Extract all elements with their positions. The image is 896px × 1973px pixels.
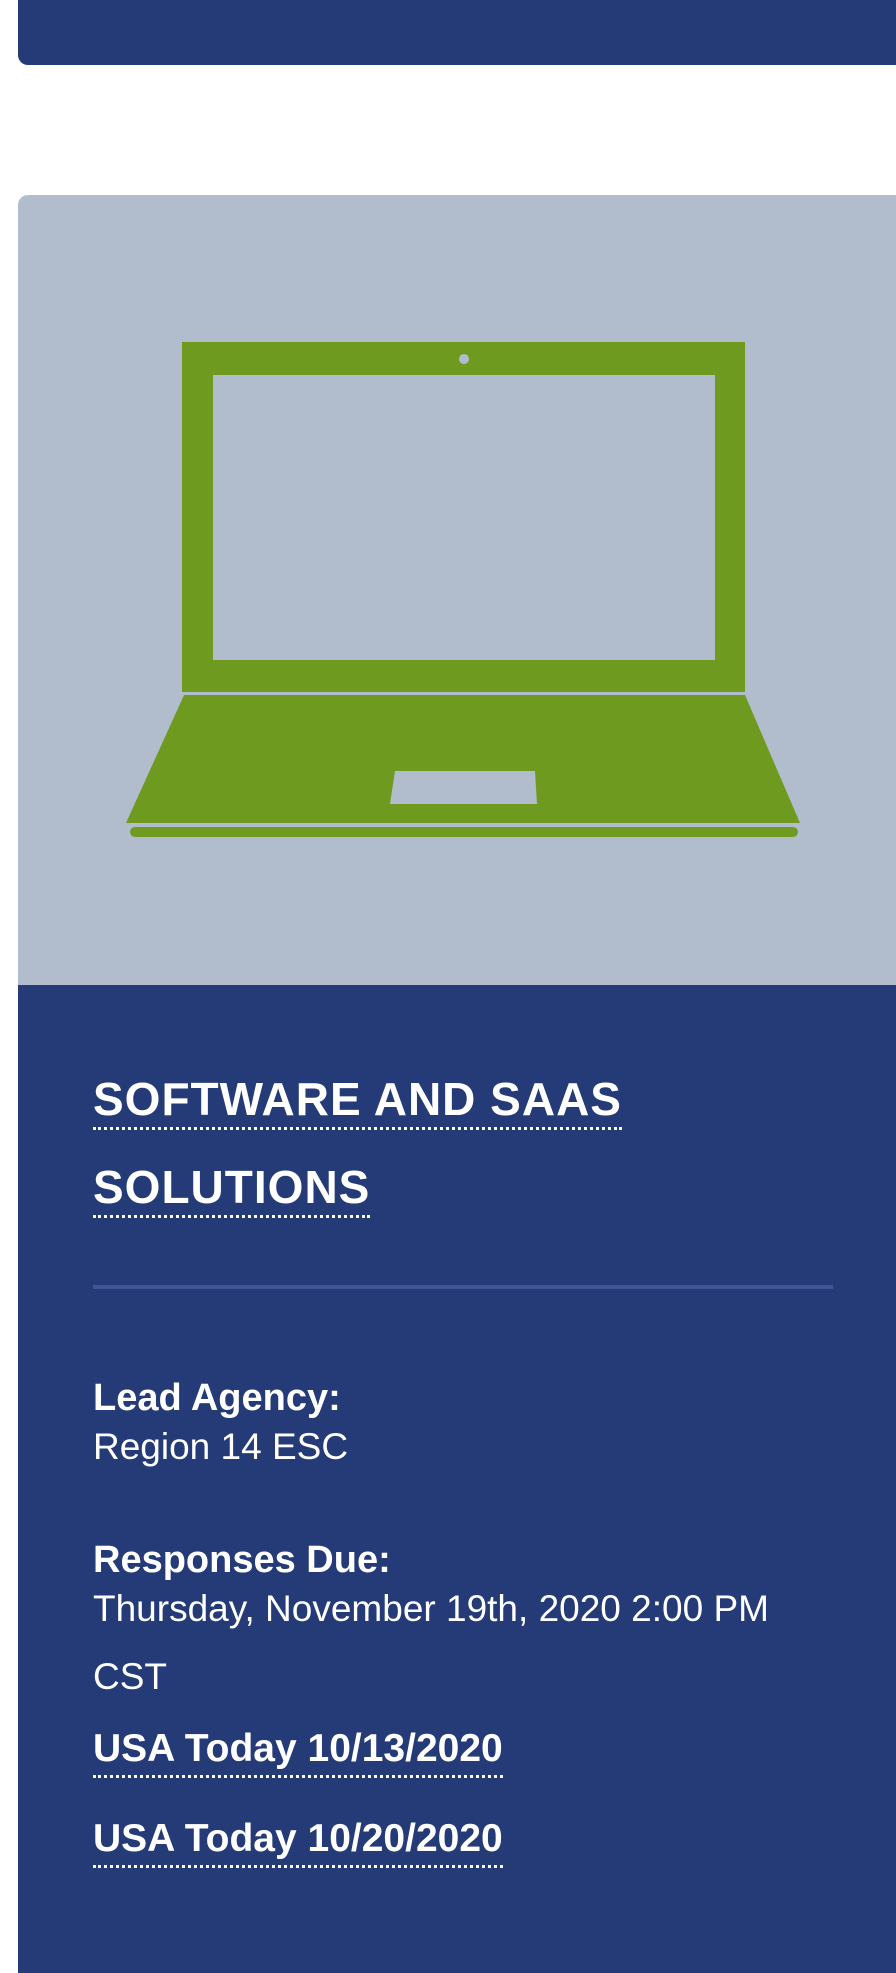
- card-body: SOFTWARE AND SAAS SOLUTIONS Lead Agency:…: [18, 985, 896, 1973]
- card-image: [18, 195, 896, 985]
- laptop-icon: [126, 342, 800, 837]
- lead-agency-value: Region 14 ESC: [93, 1426, 349, 1467]
- top-bar: [18, 0, 896, 65]
- usa-today-link-1[interactable]: USA Today 10/13/2020: [93, 1725, 503, 1778]
- laptop-lip: [130, 827, 798, 837]
- responses-due-value: Thursday, November 19th, 2020 2:00 PM CS…: [93, 1588, 769, 1697]
- divider: [93, 1285, 833, 1289]
- card-title-link[interactable]: SOFTWARE AND SAAS SOLUTIONS: [93, 1073, 622, 1218]
- laptop-camera: [459, 354, 469, 364]
- laptop-screen: [213, 375, 715, 660]
- usa-today-link-2[interactable]: USA Today 10/20/2020: [93, 1815, 503, 1868]
- card-title: SOFTWARE AND SAAS SOLUTIONS: [93, 1055, 833, 1231]
- contract-card: SOFTWARE AND SAAS SOLUTIONS Lead Agency:…: [18, 195, 896, 1973]
- laptop-touchpad: [390, 771, 537, 804]
